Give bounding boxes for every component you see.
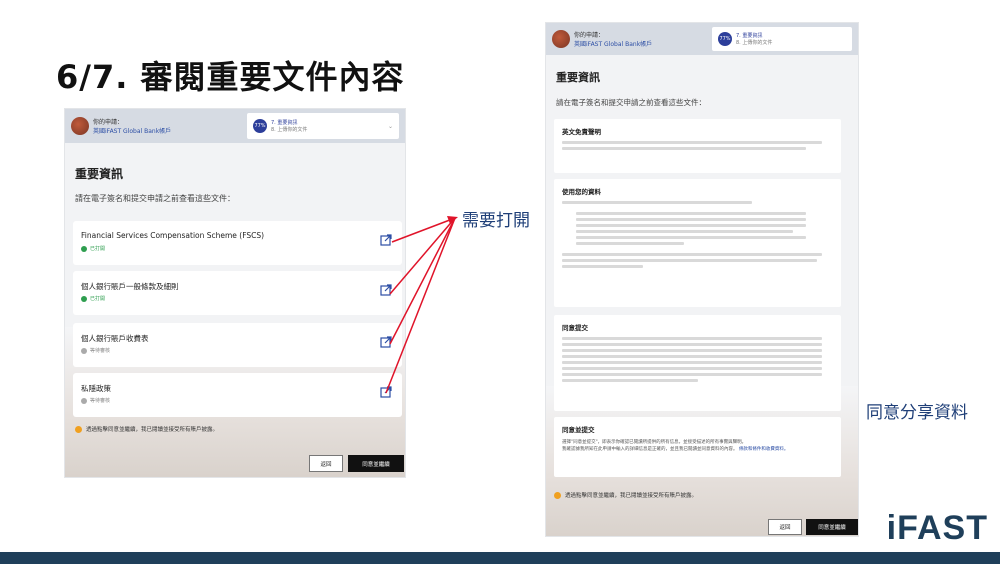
- warning-icon: [554, 491, 561, 499]
- right-app-screenshot: 你的申請： 英國iFAST Global Bank帳戶 77% 7. 重要資訊 …: [545, 22, 859, 537]
- text-line: [576, 224, 807, 227]
- back-button[interactable]: 返回: [309, 455, 343, 472]
- document-name: 個人銀行賬戶收費表: [81, 334, 149, 343]
- slide-title: 6/7. 審閱重要文件內容: [56, 58, 405, 96]
- document-card-privacy[interactable]: 私隱政策 等待審核: [73, 373, 402, 417]
- check-icon: [81, 397, 87, 404]
- check-icon: [81, 347, 87, 354]
- agree-continue-button[interactable]: 同意並繼續: [806, 519, 858, 535]
- application-info: 你的申請： 英國iFAST Global Bank帳戶: [552, 30, 652, 48]
- text-line: [562, 361, 823, 364]
- disclaimer-card: 英文免責聲明: [554, 119, 841, 173]
- document-status: 等待審核: [81, 347, 110, 354]
- document-status: 等待審核: [81, 397, 110, 404]
- text-line: [562, 253, 823, 256]
- external-link-icon[interactable]: [380, 284, 392, 296]
- progress-circle: 77%: [253, 119, 267, 133]
- section-title: 重要資訊: [556, 71, 600, 84]
- warning-icon: [75, 425, 82, 433]
- section-title: 重要資訊: [75, 167, 124, 181]
- document-card-terms[interactable]: 個人銀行賬戶一般條款及細則 已打開: [73, 271, 402, 315]
- terms-link[interactable]: 條款和條件和收費資料。: [739, 447, 789, 452]
- left-app-screenshot: 你的申請： 英國iFAST Global Bank帳戶 77% 7. 重要資訊 …: [64, 108, 406, 478]
- progress-circle: 77%: [718, 32, 732, 46]
- card-title: 英文免責聲明: [562, 128, 601, 136]
- back-button[interactable]: 返回: [768, 519, 802, 535]
- section-subtitle: 請在電子簽名和提交申請之前查看這些文件：: [75, 194, 235, 203]
- card-title: 同意提交: [562, 324, 588, 332]
- text-line: [562, 367, 823, 370]
- applying-label: 你的申請：: [574, 32, 605, 39]
- document-card-fscs[interactable]: Financial Services Compensation Scheme (…: [73, 221, 402, 265]
- card-text: 我確認據我所知在此申請中輸入的詳細信息是正確的，並且我已閱讀並同意資料的內容。 …: [562, 447, 789, 452]
- annotation-open: 需要打開: [462, 211, 530, 231]
- applying-label: 你的申請：: [93, 119, 124, 126]
- agree-continue-button[interactable]: 同意並繼續: [348, 455, 404, 472]
- text-line: [562, 343, 823, 346]
- text-line: [562, 147, 806, 150]
- text-line: [562, 141, 823, 144]
- text-line: [562, 259, 817, 262]
- avatar: [552, 30, 570, 48]
- text-line: [576, 236, 807, 239]
- external-link-icon[interactable]: [380, 386, 392, 398]
- document-card-fees[interactable]: 個人銀行賬戶收費表 等待審核: [73, 323, 402, 367]
- document-name: 私隱政策: [81, 384, 111, 393]
- step-indicator[interactable]: 77% 7. 重要資訊 8. 上傳你的文件: [712, 27, 852, 51]
- check-icon: [81, 295, 87, 302]
- avatar: [71, 117, 89, 135]
- account-name: 英國iFAST Global Bank帳戶: [574, 41, 653, 48]
- chevron-down-icon: ⌄: [387, 122, 393, 130]
- check-icon: [81, 245, 87, 252]
- document-name: Financial Services Compensation Scheme (…: [81, 231, 265, 240]
- text-line: [562, 265, 644, 268]
- app-header: 你的申請： 英國iFAST Global Bank帳戶 77% 7. 重要資訊 …: [65, 109, 405, 143]
- text-line: [562, 355, 823, 358]
- document-status: 已打開: [81, 245, 105, 252]
- external-link-icon[interactable]: [380, 336, 392, 348]
- text-line: [562, 373, 823, 376]
- text-line: [576, 242, 685, 245]
- application-info: 你的申請： 英國iFAST Global Bank帳戶: [71, 117, 171, 135]
- text-line: [562, 201, 752, 204]
- document-name: 個人銀行賬戶一般條款及細則: [81, 282, 179, 291]
- text-line: [562, 379, 698, 382]
- disclosure-notice: 透過點擊同意並繼續，我已閱讀並接受所有賬戶披露。: [75, 425, 218, 433]
- ifast-logo: iFAST: [886, 509, 988, 547]
- text-line: [562, 337, 823, 340]
- account-name: 英國iFAST Global Bank帳戶: [93, 128, 172, 135]
- text-line: [576, 212, 807, 215]
- data-usage-card: 使用您的資料: [554, 179, 841, 307]
- consent-card: 同意提交: [554, 315, 841, 411]
- text-line: [562, 349, 823, 352]
- text-line: [576, 218, 807, 221]
- app-header: 你的申請： 英國iFAST Global Bank帳戶 77% 7. 重要資訊 …: [546, 23, 858, 55]
- step-current: 7. 重要資訊: [271, 120, 298, 126]
- text-line: [576, 230, 793, 233]
- step-next: 8. 上傳你的文件: [736, 40, 773, 46]
- agree-submit-card: 同意並提交 選擇"同意並提交"，即表示你確認已閱讀所提供的所有信息，並接受描述的…: [554, 417, 841, 477]
- external-link-icon[interactable]: [380, 234, 392, 246]
- arrow-head: [447, 216, 458, 224]
- disclosure-notice: 透過點擊同意並繼續，我已閱讀並接受所有賬戶披露。: [554, 491, 697, 499]
- section-subtitle: 請在電子簽名和提交申請之前查看這些文件：: [556, 98, 706, 107]
- annotation-share: 同意分享資料: [866, 403, 968, 423]
- document-status: 已打開: [81, 295, 105, 302]
- step-current: 7. 重要資訊: [736, 33, 763, 39]
- card-title: 使用您的資料: [562, 188, 601, 196]
- footer-bar: [0, 552, 1000, 564]
- card-title: 同意並提交: [562, 426, 595, 434]
- card-text: 選擇"同意並提交"，即表示你確認已閱讀所提供的所有信息，並接受描述的所有事實與聲…: [562, 440, 747, 445]
- step-indicator[interactable]: 77% 7. 重要資訊 8. 上傳你的文件 ⌄: [247, 113, 399, 139]
- step-next: 8. 上傳你的文件: [271, 127, 308, 133]
